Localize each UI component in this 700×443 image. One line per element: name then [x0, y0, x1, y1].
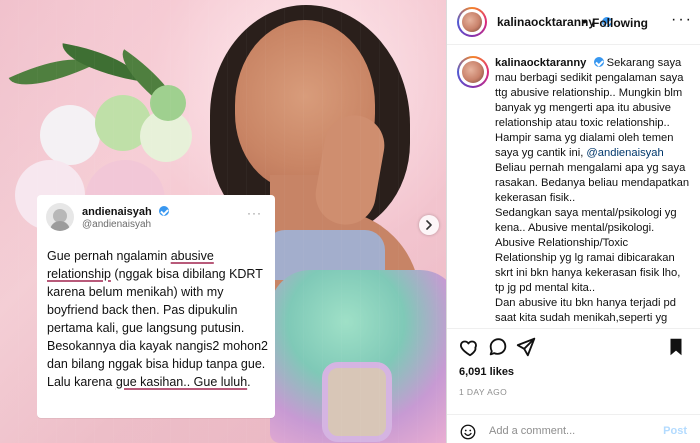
- section-divider: [447, 328, 700, 329]
- caption-avatar[interactable]: [457, 56, 489, 88]
- header-avatar-image: [462, 12, 482, 32]
- next-image-button[interactable]: [419, 215, 439, 235]
- post-time: 1 DAY AGO: [459, 387, 508, 397]
- tweet-name-text: andienaisyah: [82, 206, 152, 218]
- post-sidebar: kalinaocktaranny • Following ··· kalinao…: [446, 0, 700, 443]
- header-avatar[interactable]: [457, 7, 487, 37]
- tweet-handle: @andienaisyah: [82, 219, 152, 230]
- tweet-more-icon: ···: [247, 206, 262, 220]
- comment-icon[interactable]: [487, 336, 509, 358]
- caption-username[interactable]: kalinaocktaranny: [495, 57, 586, 69]
- tweet-text-3: .: [247, 375, 251, 389]
- post-comment-button[interactable]: Post: [663, 425, 687, 437]
- bookmark-icon[interactable]: [665, 336, 687, 358]
- emoji-icon[interactable]: [459, 423, 477, 441]
- caption-body-2: Beliau pernah mengalami apa yg saya rasa…: [495, 162, 690, 328]
- caption-avatar-inner: [459, 58, 487, 86]
- tweet-avatar: [46, 203, 74, 231]
- tweet-body: Gue pernah ngalamin abusive relationship…: [47, 247, 269, 391]
- instagram-post-view: andienaisyah @andienaisyah ··· Gue perna…: [0, 0, 700, 443]
- post-header: kalinaocktaranny • Following ···: [447, 0, 700, 45]
- tweet-card: andienaisyah @andienaisyah ··· Gue perna…: [37, 195, 275, 418]
- verified-badge-icon: [593, 57, 604, 67]
- header-avatar-inner: [459, 9, 485, 35]
- likes-count[interactable]: 6,091 likes: [459, 366, 514, 378]
- caption-text: kalinaocktaranny Sekarang saya mau berba…: [495, 56, 690, 328]
- tweet-text-1: Gue pernah ngalamin: [47, 249, 171, 263]
- post-caption: kalinaocktaranny Sekarang saya mau berba…: [457, 56, 692, 328]
- share-icon[interactable]: [515, 336, 537, 358]
- tweet-underlined-2: gue kasihan.. Gue luluh: [115, 375, 248, 389]
- more-options-icon[interactable]: ···: [671, 11, 693, 29]
- post-image[interactable]: andienaisyah @andienaisyah ··· Gue perna…: [0, 0, 446, 443]
- caption-body-1: Sekarang saya mau berbagi sedikit pengal…: [495, 57, 684, 159]
- chevron-right-icon: [426, 220, 432, 230]
- tweet-name: andienaisyah: [82, 205, 169, 218]
- following-button[interactable]: Following: [592, 16, 648, 30]
- comment-input[interactable]: [487, 421, 651, 441]
- heart-icon[interactable]: [459, 336, 481, 358]
- comment-box: Post: [447, 414, 700, 443]
- post-actions: [459, 336, 691, 360]
- caption-mention[interactable]: @andienaisyah: [586, 147, 663, 159]
- verified-badge-icon: [158, 206, 169, 216]
- caption-avatar-image: [462, 61, 484, 83]
- header-username-text: kalinaocktaranny: [497, 15, 596, 29]
- tweet-header: andienaisyah @andienaisyah ···: [46, 202, 266, 240]
- header-dot: •: [582, 13, 587, 29]
- tweet-text-2: (nggak bisa dibilang KDRT karena belum m…: [47, 267, 268, 389]
